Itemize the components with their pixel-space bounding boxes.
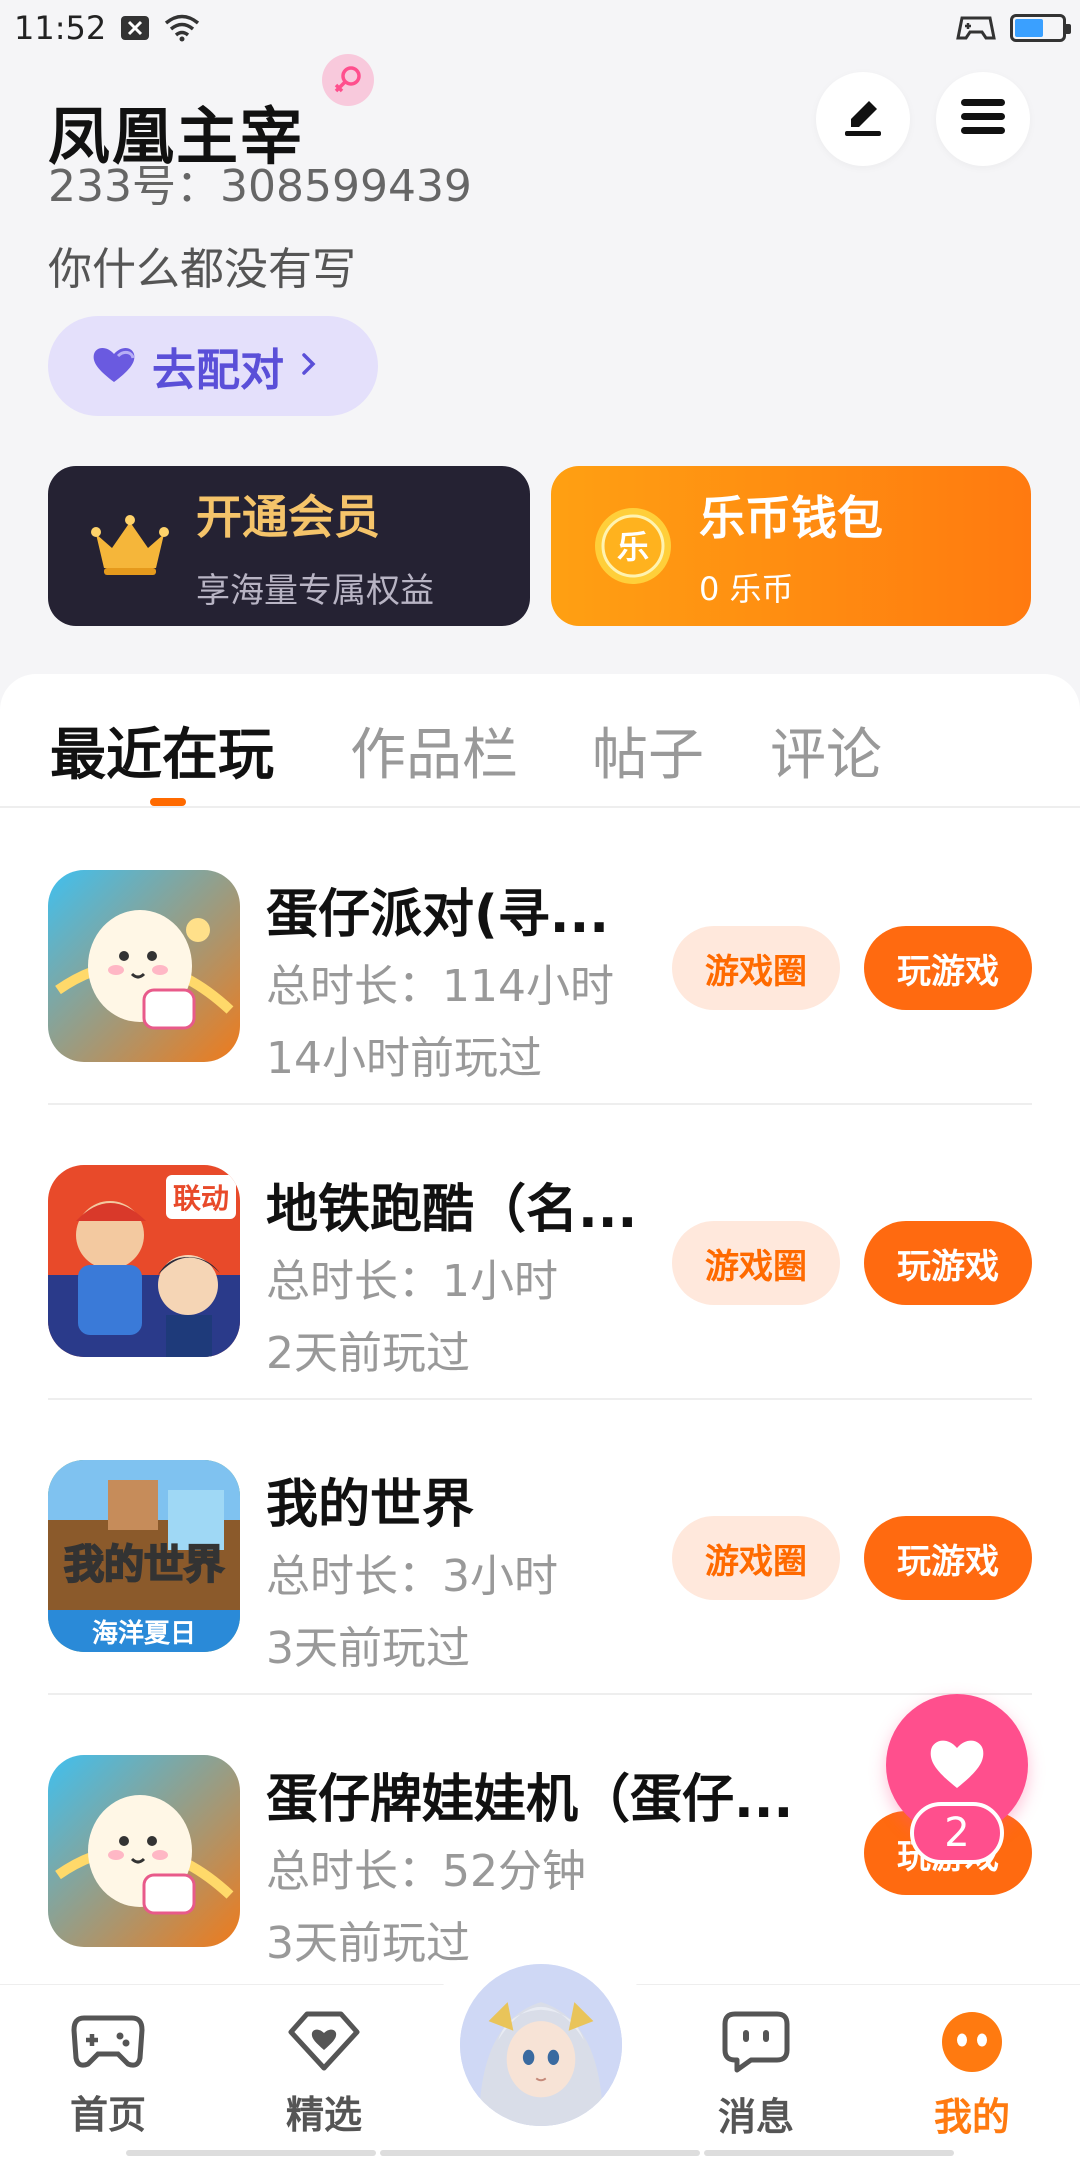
game-icon-eggy[interactable] [48,870,240,1062]
menu-button[interactable] [936,72,1030,166]
nav-messages[interactable]: 消息 [686,2010,826,2141]
game-title: 蛋仔派对(寻... [266,885,610,945]
vip-title: 开通会员 [196,489,380,544]
floating-heart-count: 2 [910,1802,1004,1864]
game-duration: 总时长：52分钟 [266,1846,586,1897]
gamepad-icon [70,2010,146,2076]
nav-featured[interactable]: 精选 [254,2010,394,2139]
female-icon [322,54,374,106]
game-last-played: 3天前玩过 [266,1918,470,1969]
game-title: 地铁跑酷（名... [266,1180,638,1240]
game-icon-subway[interactable]: 联动 [48,1165,240,1357]
game-title: 蛋仔牌娃娃机（蛋仔... [266,1770,794,1830]
minecraft-icon-sub: 海洋夏日 [92,1618,196,1649]
game-last-played: 3天前玩过 [266,1623,470,1674]
nav-label: 消息 [717,2095,794,2139]
home-indicator [380,2150,700,2156]
play-game-button[interactable]: 玩游戏 [864,1516,1032,1600]
nav-label: 我的 [933,2095,1010,2139]
nav-label: 首页 [69,2093,146,2137]
vip-subtitle: 享海量专属权益 [196,570,434,611]
tab-recent[interactable]: 最近在玩 [50,710,274,791]
bio: 你什么都没有写 [48,244,356,295]
tab-underline [150,798,186,806]
home-indicator [704,2150,954,2156]
close-box-icon [120,15,150,41]
match-label: 去配对 [152,345,284,396]
heart-diamond-icon [287,2010,361,2076]
game-duration: 总时长：1小时 [266,1256,558,1307]
coin-icon: 乐 [583,505,683,587]
tab-bar: 最近在玩 作品栏 帖子 评论 [0,674,1080,808]
game-icon-eggy-claw[interactable] [48,1755,240,1947]
chevron-right-icon [298,349,320,383]
chat-icon [721,2010,791,2078]
nav-label: 精选 [285,2093,362,2137]
heart-icon [927,1736,987,1794]
tab-comments[interactable]: 评论 [770,710,882,791]
home-indicator [126,2150,376,2156]
menu-icon [958,95,1008,143]
subway-badge-text: 联动 [173,1182,229,1215]
game-duration: 总时长：3小时 [266,1551,558,1602]
play-game-button[interactable]: 玩游戏 [864,1221,1032,1305]
gamepad-status-icon [956,14,996,42]
status-time: 11:52 [14,9,107,47]
game-row[interactable]: 我的世界 海洋夏日 我的世界 总时长：3小时 3天前玩过 游戏圈 玩游戏 [0,1400,1080,1695]
game-circle-button[interactable]: 游戏圈 [672,926,840,1010]
vip-card[interactable]: 开通会员 享海量专属权益 [48,466,530,626]
heart-icon [90,344,138,388]
edit-profile-button[interactable] [816,72,910,166]
game-icon-minecraft[interactable]: 我的世界 海洋夏日 [48,1460,240,1652]
avatar[interactable] [456,1960,626,2130]
match-button[interactable]: 去配对 [48,316,378,416]
nav-home[interactable]: 首页 [38,2010,178,2139]
tab-posts[interactable]: 帖子 [592,710,704,791]
game-row[interactable]: 联动 地铁跑酷（名... 总时长：1小时 2天前玩过 游戏圈 玩游戏 [0,1105,1080,1400]
game-title: 我的世界 [266,1475,475,1535]
coin-glyph: 乐 [617,528,649,566]
game-row[interactable]: 蛋仔派对(寻... 总时长：114小时 14小时前玩过 游戏圈 玩游戏 [0,810,1080,1105]
wallet-balance: 0 乐币 [699,570,794,608]
tab-works[interactable]: 作品栏 [350,710,518,791]
dots-face-icon [938,2010,1006,2078]
status-right [956,14,1071,42]
game-duration: 总时长：114小时 [266,961,614,1012]
wallet-title: 乐币钱包 [699,491,883,545]
status-left: 11:52 [14,9,200,47]
status-bar: 11:52 [0,0,1080,56]
crown-icon [80,514,180,578]
play-game-button[interactable]: 玩游戏 [864,926,1032,1010]
minecraft-icon-title: 我的世界 [64,1542,224,1588]
wifi-icon [164,14,200,42]
user-id: 233号：308599439 [48,161,472,212]
game-circle-button[interactable]: 游戏圈 [672,1516,840,1600]
game-last-played: 2天前玩过 [266,1328,470,1379]
game-circle-button[interactable]: 游戏圈 [672,1221,840,1305]
edit-icon [839,93,887,145]
game-last-played: 14小时前玩过 [266,1033,542,1084]
wallet-card[interactable]: 乐 乐币钱包 0 乐币 [551,466,1031,626]
battery-icon [1010,14,1071,42]
nav-mine[interactable]: 我的 [902,2010,1042,2141]
